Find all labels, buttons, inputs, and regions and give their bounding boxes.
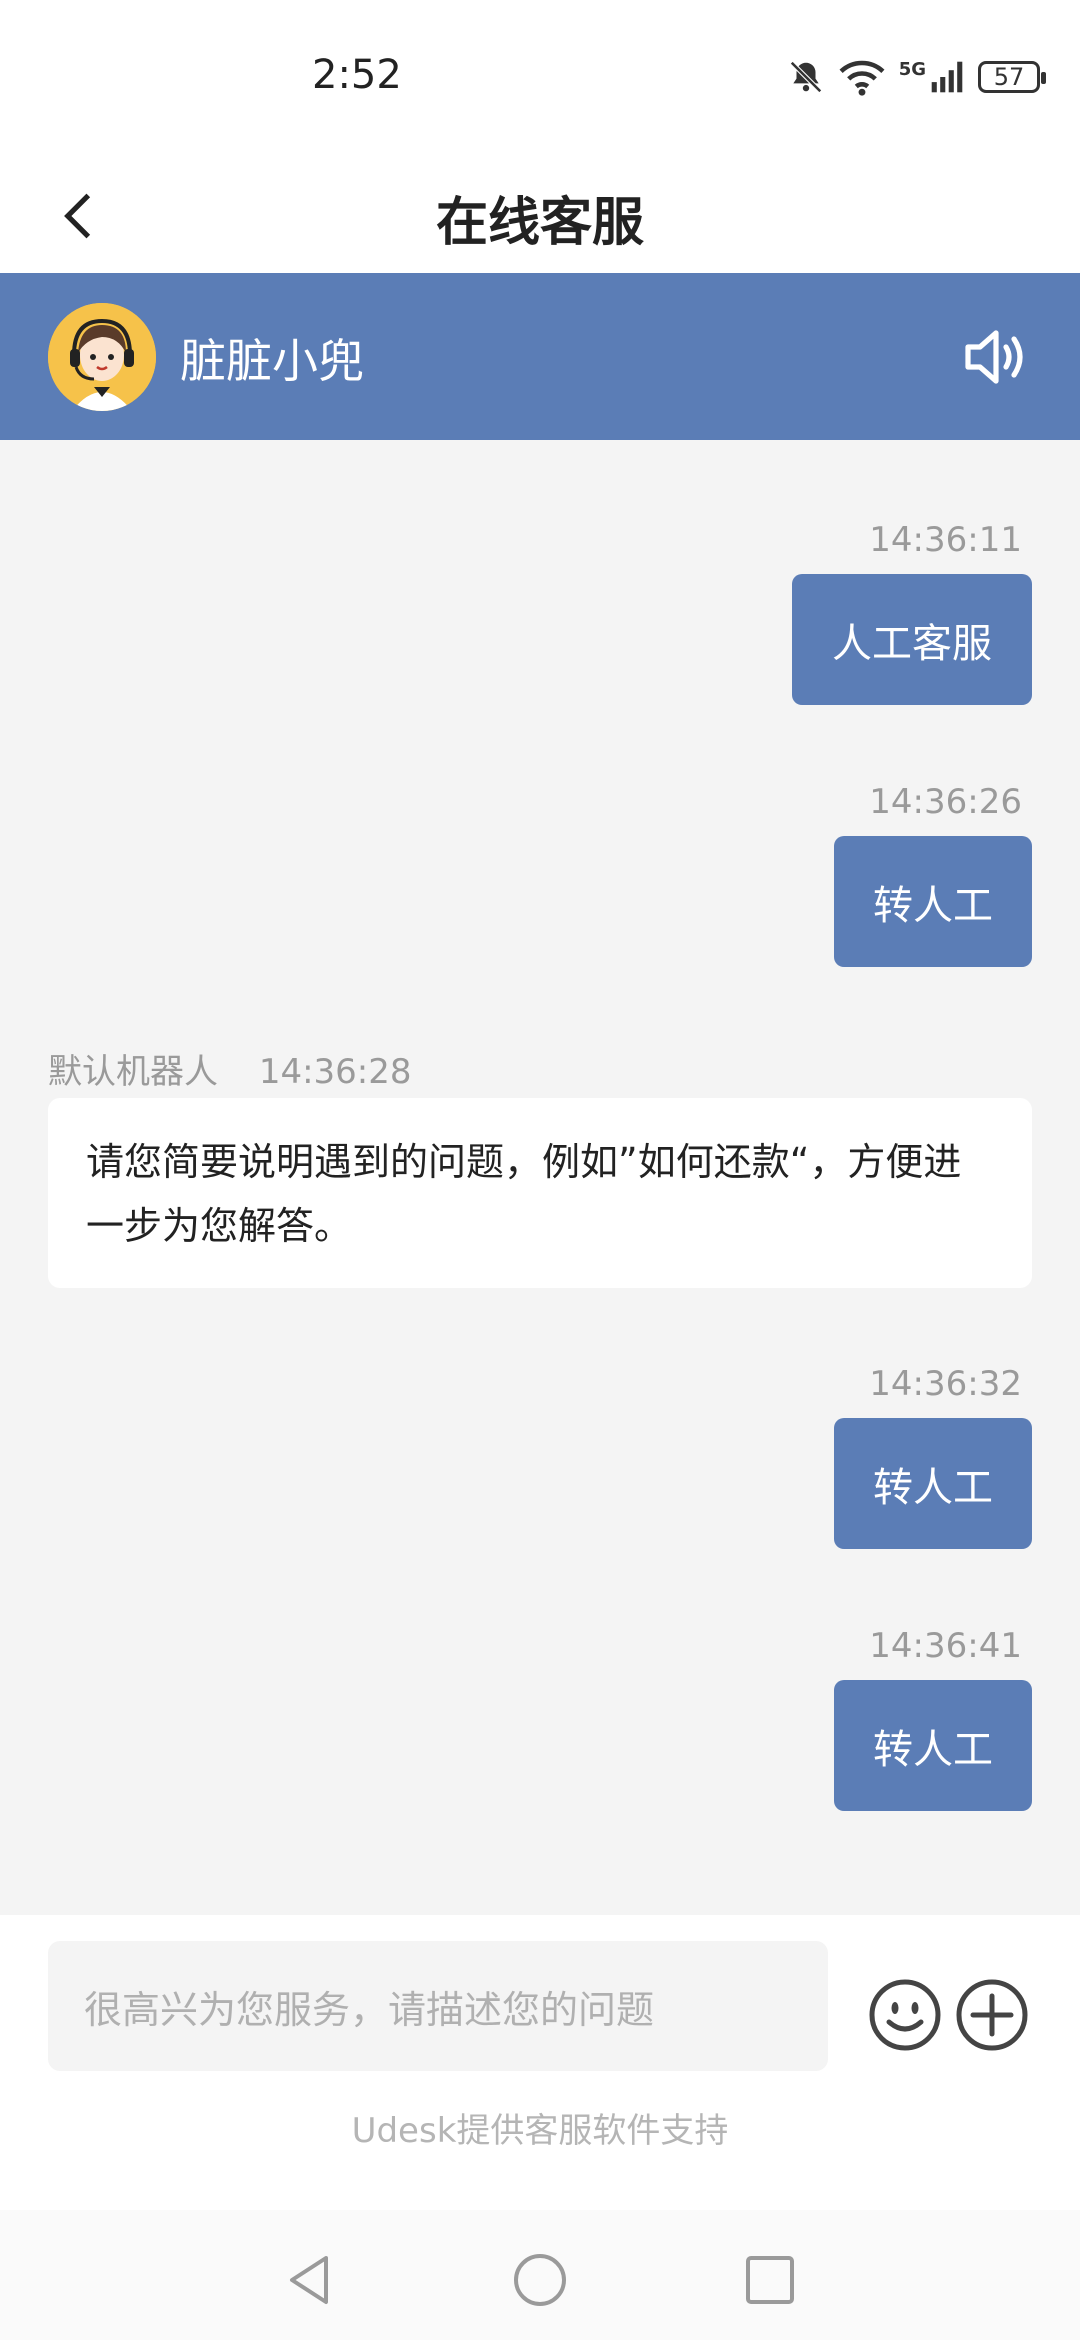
nav-home-button[interactable] [512, 2252, 568, 2308]
nav-recents-button[interactable] [742, 2252, 798, 2308]
message-bubble-incoming[interactable]: 请您简要说明遇到的问题，例如”如何还款“，方便进一步为您解答。 [48, 1098, 1032, 1288]
message-bubble-outgoing[interactable]: 转人工 [834, 836, 1032, 967]
message-meta: 默认机器人 14:36:28 [48, 1044, 412, 1093]
nav-back-button[interactable] [282, 2252, 338, 2308]
square-recents-icon [746, 2256, 794, 2304]
message-bubble-outgoing[interactable]: 转人工 [834, 1680, 1032, 1811]
emoji-icon [869, 1979, 941, 2051]
message-timestamp: 14:36:28 [258, 1052, 412, 1092]
title-bar: 在线客服 [0, 160, 1080, 273]
sender-name: 默认机器人 [48, 1052, 218, 1092]
system-nav-bar [0, 2210, 1080, 2340]
chat-area[interactable]: 14:36:11 人工客服 14:36:26 转人工 默认机器人 14:36:2… [0, 440, 1080, 1915]
status-bar: 2:52 5G 57 [0, 0, 1080, 160]
battery-indicator: 57 [978, 61, 1046, 93]
message-bubble-outgoing[interactable]: 转人工 [834, 1418, 1032, 1549]
composer: 很高兴为您服务，请描述您的问题 Udesk提供客服软件支持 [0, 1915, 1080, 2210]
triangle-back-icon [290, 2256, 328, 2304]
emoji-button[interactable] [868, 1978, 942, 2052]
avatar [48, 303, 156, 411]
network-label: 5G [898, 58, 926, 80]
message-timestamp: 14:36:11 [869, 520, 1022, 560]
message-timestamp: 14:36:26 [869, 782, 1022, 822]
status-time: 2:52 [312, 52, 402, 98]
wifi-icon [839, 60, 885, 96]
message-input[interactable]: 很高兴为您服务，请描述您的问题 [48, 1941, 828, 2071]
agent-bar: 脏脏小兜 [0, 273, 1080, 440]
speaker-icon [965, 330, 1023, 384]
plus-circle-icon [956, 1979, 1028, 2051]
message-timestamp: 14:36:41 [869, 1626, 1022, 1666]
speaker-button[interactable] [960, 321, 1032, 393]
page-title: 在线客服 [435, 193, 644, 253]
status-icons: 5G 57 [787, 58, 1046, 96]
support-agent-avatar [48, 303, 156, 411]
bell-muted-icon [789, 61, 822, 93]
circle-home-icon [514, 2254, 566, 2306]
message-bubble-outgoing[interactable]: 人工客服 [792, 574, 1032, 705]
message-timestamp: 14:36:32 [869, 1364, 1022, 1404]
more-button[interactable] [955, 1978, 1029, 2052]
footer-note: Udesk提供客服软件支持 [351, 2111, 729, 2151]
agent-name: 脏脏小兜 [180, 334, 364, 388]
signal-icon [931, 61, 963, 93]
